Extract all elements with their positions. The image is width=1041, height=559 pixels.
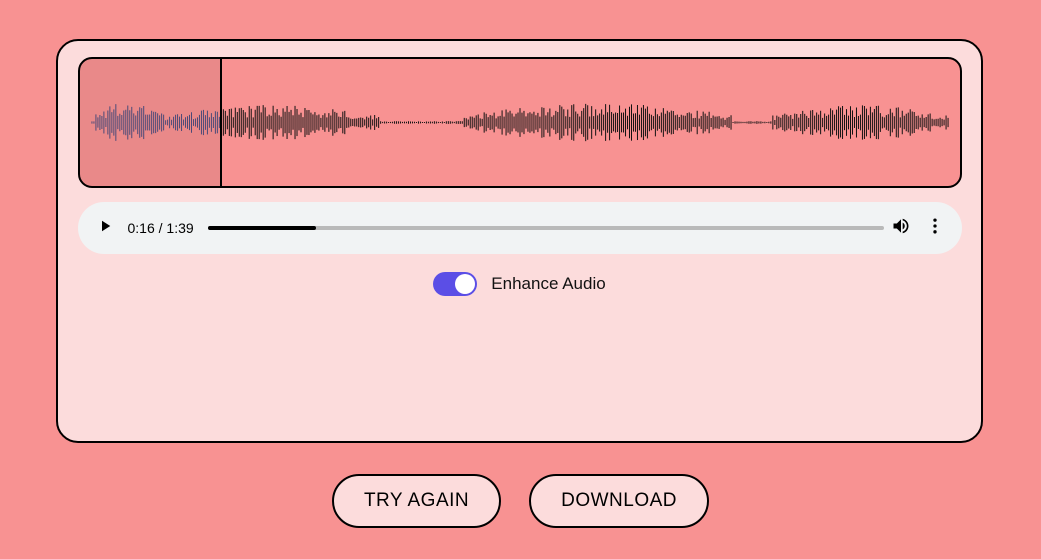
time-display: 0:16 / 1:39 [128,220,194,236]
play-icon [96,217,114,240]
toggle-knob [455,274,475,294]
audio-player-bar: 0:16 / 1:39 [78,202,962,254]
play-button[interactable] [88,211,122,245]
volume-icon [891,216,911,241]
download-button[interactable]: DOWNLOAD [529,474,709,528]
more-options-button[interactable] [918,211,952,245]
waveform-display[interactable] [78,57,962,188]
audio-panel: 0:16 / 1:39 Enhance Audio [56,39,983,443]
enhance-toggle-row: Enhance Audio [74,272,965,296]
more-vertical-icon [925,216,945,241]
progress-fill [208,226,316,230]
volume-button[interactable] [884,211,918,245]
enhance-audio-label: Enhance Audio [491,274,605,294]
waveform-svg [80,59,960,186]
progress-track[interactable] [208,226,884,230]
enhance-audio-toggle[interactable] [433,272,477,296]
action-button-row: TRY AGAIN DOWNLOAD [0,474,1041,528]
try-again-button[interactable]: TRY AGAIN [332,474,501,528]
